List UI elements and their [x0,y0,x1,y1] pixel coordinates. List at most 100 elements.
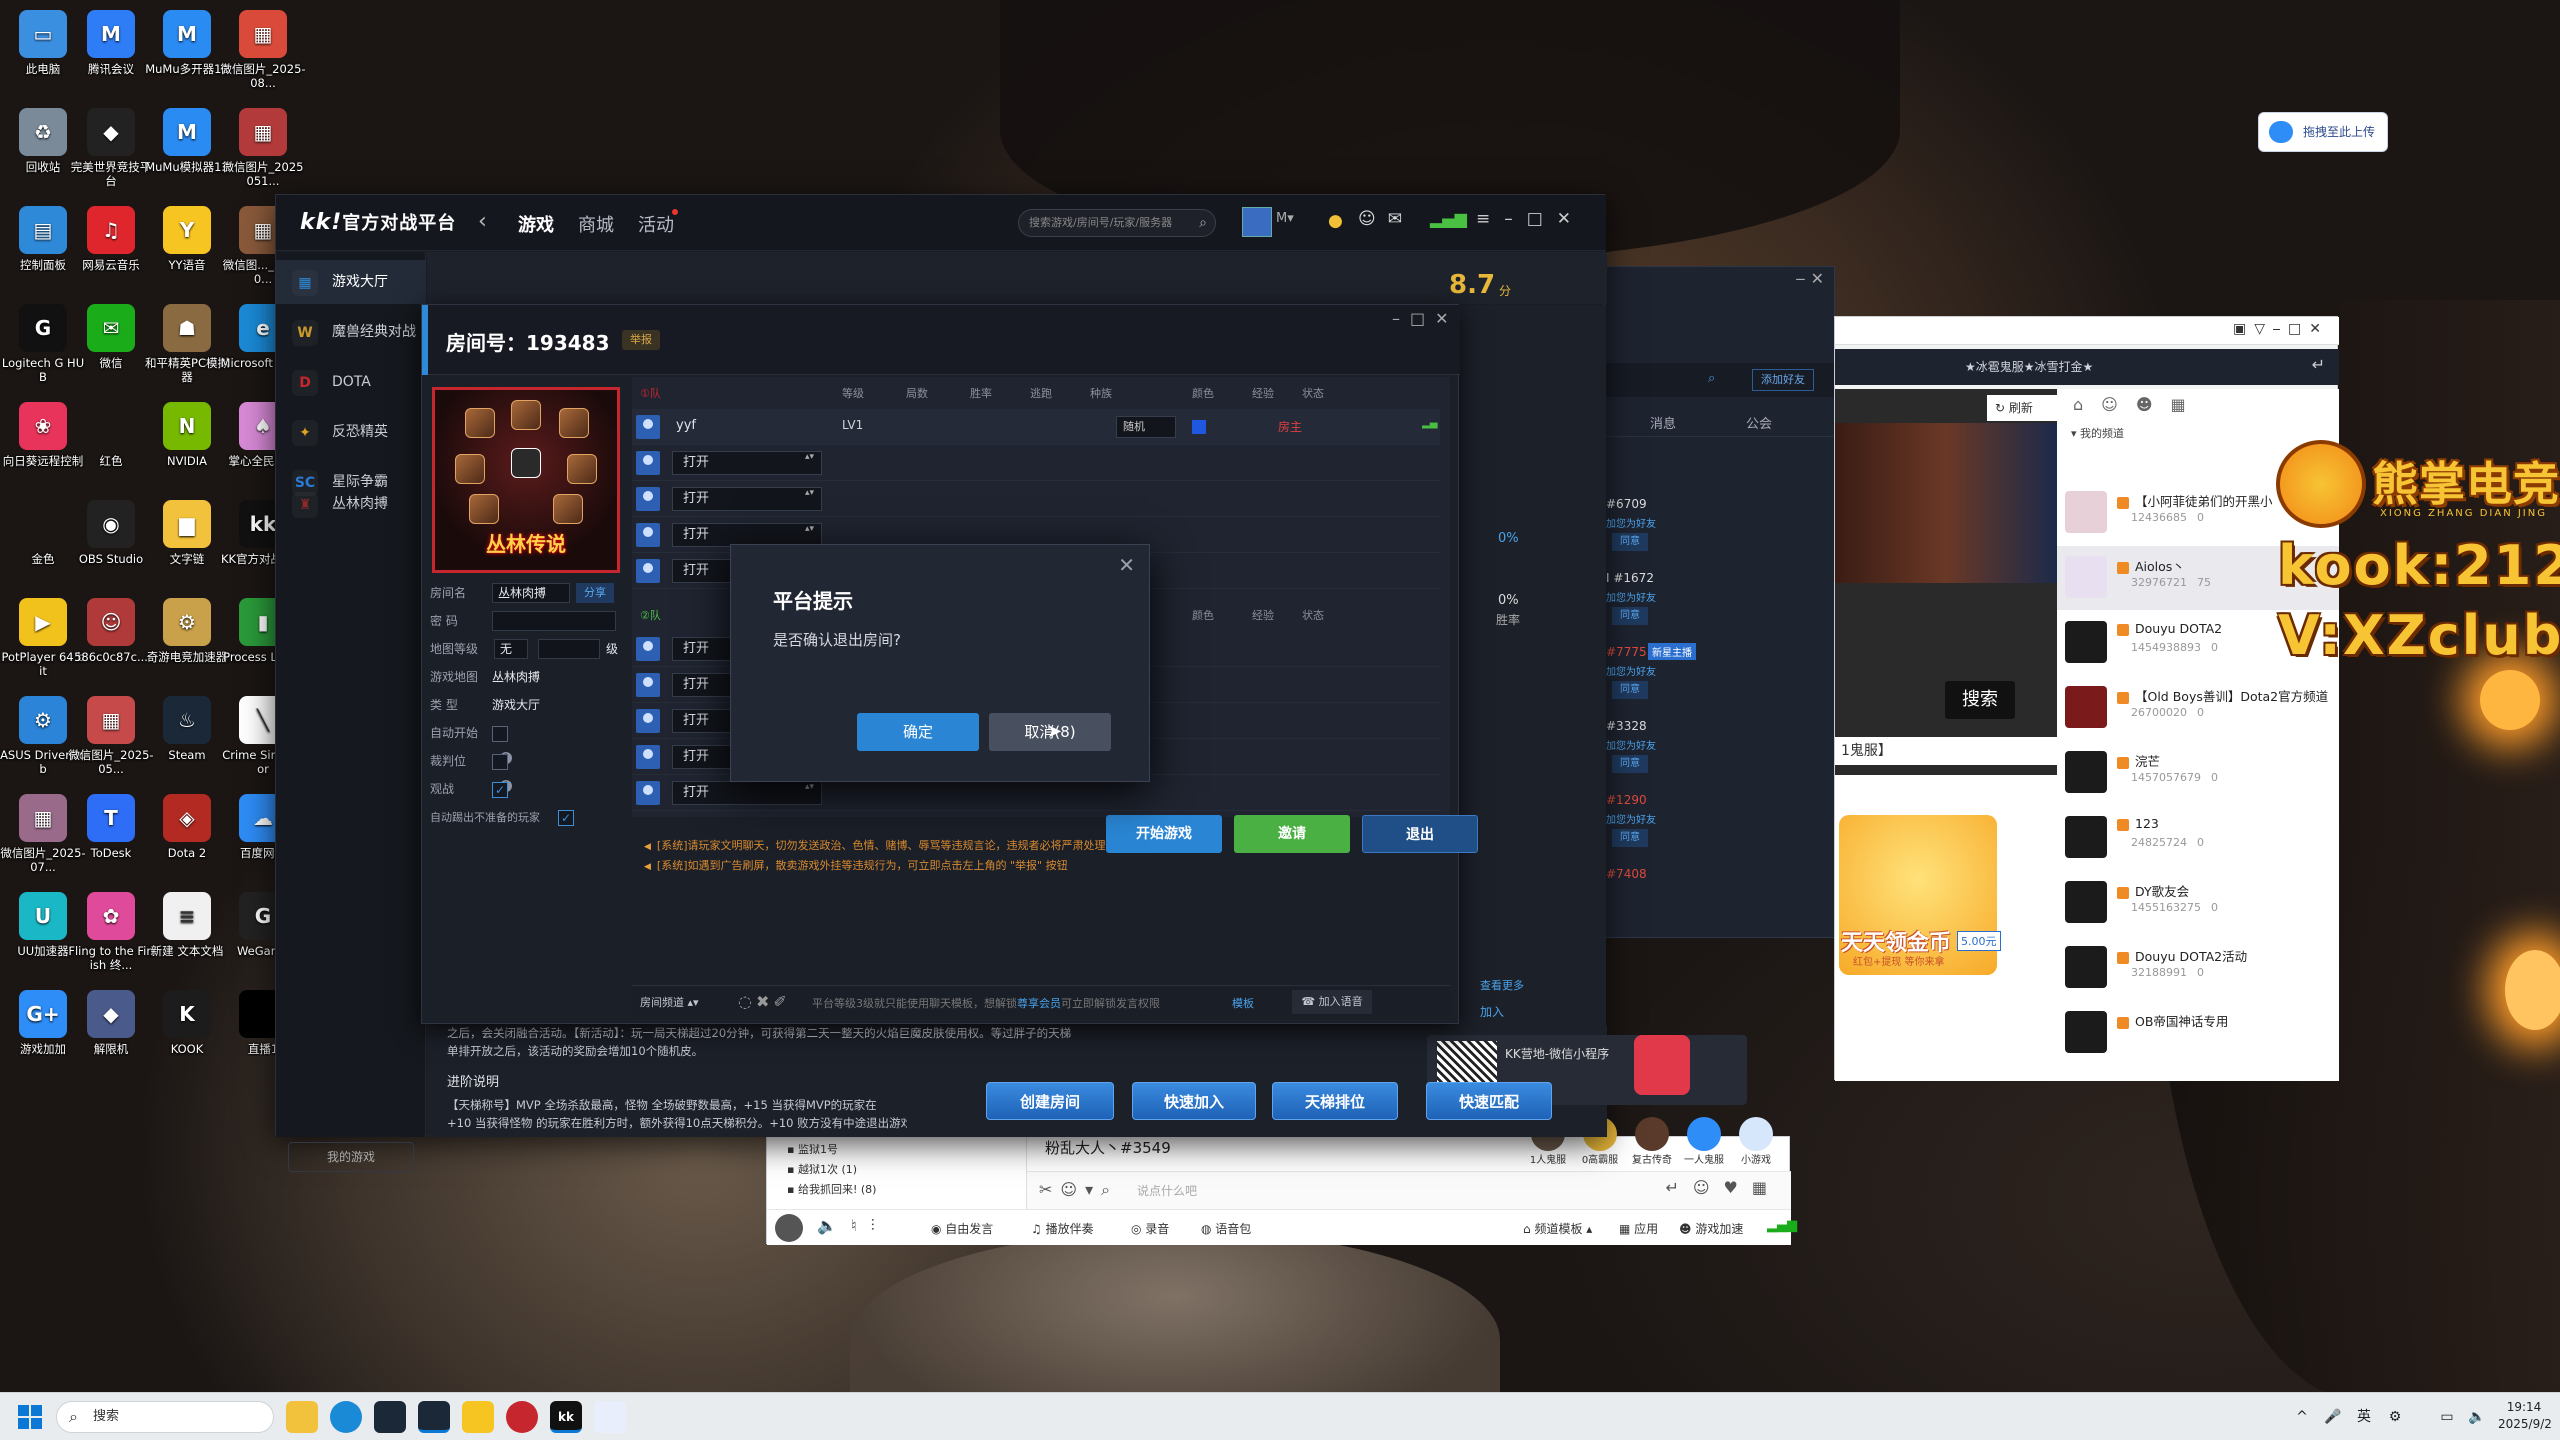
voice-pack-button[interactable]: ◍ 语音包 [1201,1220,1251,1237]
desktop-icon[interactable]: ✉ 微信 [68,300,154,396]
add-friend-button[interactable]: 添加好友 [1752,369,1814,391]
voice-room-avatar[interactable]: 小游戏 [1731,1117,1781,1173]
start-button[interactable] [18,1405,42,1429]
channel-item[interactable]: 浣芒 1457057679 0 [2057,741,2339,805]
referee-checkbox[interactable] [492,753,508,770]
taskbar-app2-icon[interactable] [594,1401,626,1433]
friend-request[interactable]: #1290 加您为好友 同意 [1606,783,1836,853]
chat-input[interactable]: 平台等级3级就只能使用聊天模板，想解锁尊享会员可立即解锁发言权限 [812,995,1160,1011]
chat-channel-select[interactable]: 房间频道 ▴▾ [640,994,699,1010]
lobby-action-button[interactable]: 快速匹配 [1426,1082,1552,1120]
desktop-icon[interactable]: ◉ OBS Studio [68,496,154,592]
nav-store[interactable]: 商城 [578,211,614,237]
my-games-button[interactable]: 我的游戏 [288,1142,414,1172]
desktop-icon[interactable]: ☺ 586c0c87c... [68,594,154,690]
taskbar-app-icon[interactable] [374,1401,406,1433]
record-button[interactable]: ◎ 录音 [1131,1220,1169,1237]
desktop-icon[interactable]: Y YY语音 [144,202,230,298]
room-window-controls[interactable]: –□✕ [1392,309,1459,328]
desktop-icon[interactable]: M 腾讯会议 [68,6,154,102]
desktop-icon[interactable]: ▦ 微信图片_2025-08... [220,6,306,102]
back-icon[interactable]: ‹ [478,209,487,234]
voice-room-avatar[interactable]: 复古传奇 [1627,1117,1677,1173]
close-icon[interactable]: ✕ [1118,553,1135,577]
apps-button[interactable]: ▦ 应用 [1619,1220,1658,1237]
friend-request[interactable]: #7408 [1606,857,1836,927]
tree-item-1[interactable]: ▪ 监狱1号 [787,1141,838,1157]
nav-events[interactable]: 活动 [638,211,674,237]
channel-item[interactable]: DY歌友会 1455163275 0 [2057,871,2339,935]
desktop-icon[interactable]: ▦ 微信图片_2025051... [220,104,306,200]
toolbar-icons[interactable]: ☺✉ [1358,209,1414,229]
ime-indicator[interactable]: 英 [2354,1393,2374,1440]
desktop-icon[interactable]: K KOOK [144,986,230,1082]
friend-request[interactable]: #7775 新星主播 加您为好友 同意 [1606,635,1836,705]
user-avatar[interactable] [775,1214,803,1242]
auto-kick-checkbox[interactable]: ✓ [558,809,574,826]
accept-button[interactable]: 同意 [1612,755,1648,773]
window-controls[interactable]: ≡–□✕ [1476,209,1585,229]
exit-room-button[interactable]: 退出 [1362,815,1478,853]
input-right-icons[interactable]: ↵☺♥▦ [1665,1178,1781,1197]
game-boost-button[interactable]: ☻ 游戏加速 [1679,1220,1743,1237]
taskbar-explorer-icon[interactable] [286,1401,318,1433]
room-name-value[interactable]: 丛林肉搏 [498,581,546,605]
tree-item-2[interactable]: ▪ 越狱1次 (1) [787,1161,857,1177]
view-more-link[interactable]: 查看更多 [1480,977,1524,993]
auto-start-checkbox[interactable] [492,725,508,742]
accept-button[interactable]: 同意 [1612,607,1648,625]
start-game-button[interactable]: 开始游戏 [1106,815,1222,853]
desktop-icon[interactable]: ♨ Steam [144,692,230,788]
tray-chevron-icon[interactable]: ^ [2292,1393,2312,1440]
taskbar-search[interactable]: ⌕ 搜索 [56,1401,274,1433]
search-icon[interactable]: ⌕ [1708,371,1715,386]
level-input[interactable] [538,639,600,659]
clock[interactable]: 19:14 2025/9/2 [2498,1399,2552,1433]
auto-kick-option[interactable]: 自动踢出不准备的玩家 ✓ [430,805,574,829]
slot-select[interactable]: 打开 [672,451,822,475]
taskbar-steam-icon[interactable] [418,1401,450,1433]
lobby-action-button[interactable]: 创建房间 [986,1082,1114,1120]
channel-item[interactable]: 【Old Boys善训】Dota2官方频道 26700020 0 [2057,676,2339,740]
free-talk-button[interactable]: ◉ 自由发言 [931,1220,993,1237]
desktop-icon[interactable]: M MuMu模拟器12 [144,104,230,200]
sidebar-item[interactable]: ♜ 丛林肉搏 [276,482,426,526]
lobby-action-button[interactable]: 天梯排位 [1272,1082,1398,1120]
slot-select[interactable]: 打开 [672,781,822,805]
desktop-icon[interactable]: N NVIDIA [144,398,230,494]
user-menu-chevron-icon[interactable]: M▾ [1276,211,1294,226]
desktop-icon[interactable]: ✿ Fling to the Finish 终... [68,888,154,984]
share-button[interactable]: 分享 [576,583,614,603]
desktop-icon[interactable]: ◈ Dota 2 [144,790,230,886]
window-controls[interactable]: ‒ ✕ [1795,269,1824,288]
channel-item[interactable]: OB帝国神话专用 [2057,1001,2339,1065]
spectate-option[interactable]: 观战 ✓ [430,777,508,801]
input-tool-icons[interactable]: ✂☺▾⌕ [1039,1180,1118,1200]
color-swatch[interactable] [1192,420,1206,434]
auto-start-option[interactable]: 自动开始? [430,721,512,764]
audio-icons[interactable]: 🔈♮⫶ [817,1216,889,1236]
desktop-icon[interactable]: ▦ 微信图片_2025-05... [68,692,154,788]
desktop-icon[interactable]: M MuMu多开器12 [144,6,230,102]
channel-item[interactable]: Douyu DOTA2活动 32188991 0 [2057,936,2339,1000]
invite-button[interactable]: 邀请 [1234,815,1350,853]
desktop-icon[interactable]: 红色 [68,398,154,494]
upload-drop-button[interactable]: 拖拽至此上传 [2258,112,2388,152]
password-input[interactable] [492,611,616,631]
confirm-button[interactable]: 确定 [857,713,979,751]
player-row-host[interactable]: yyf LV1 随机 房主 ▂▄ [632,409,1440,445]
channel-item[interactable]: 123 24825724 0 [2057,806,2339,870]
volume-icon[interactable]: 🔈 [2462,1393,2492,1440]
desktop-icon[interactable]: ◆ 解限机 [68,986,154,1082]
nav-games[interactable]: 游戏 [518,211,554,237]
kk-search-input[interactable]: 搜索游戏/房间号/玩家/服务器 ⌕ [1018,209,1216,237]
desktop-icon[interactable]: ▆ 文字链 [144,496,230,592]
friend-request[interactable]: #6709 加您为好友 同意 [1606,487,1836,557]
referee-option[interactable]: 裁判位? [430,749,512,792]
chat-tool-icons[interactable]: ◌✖✐ [738,992,791,1011]
desktop-icon[interactable]: ☗ 和平精英PC模拟器 [144,300,230,396]
tree-item-3[interactable]: ▪ 给我抓回来! (8) [787,1181,876,1197]
coin-icon[interactable]: ● [1328,211,1353,231]
channel-template-button[interactable]: ⌂ 频道模板 ▴ [1523,1220,1592,1237]
tab-messages[interactable]: 消息 [1650,413,1676,432]
